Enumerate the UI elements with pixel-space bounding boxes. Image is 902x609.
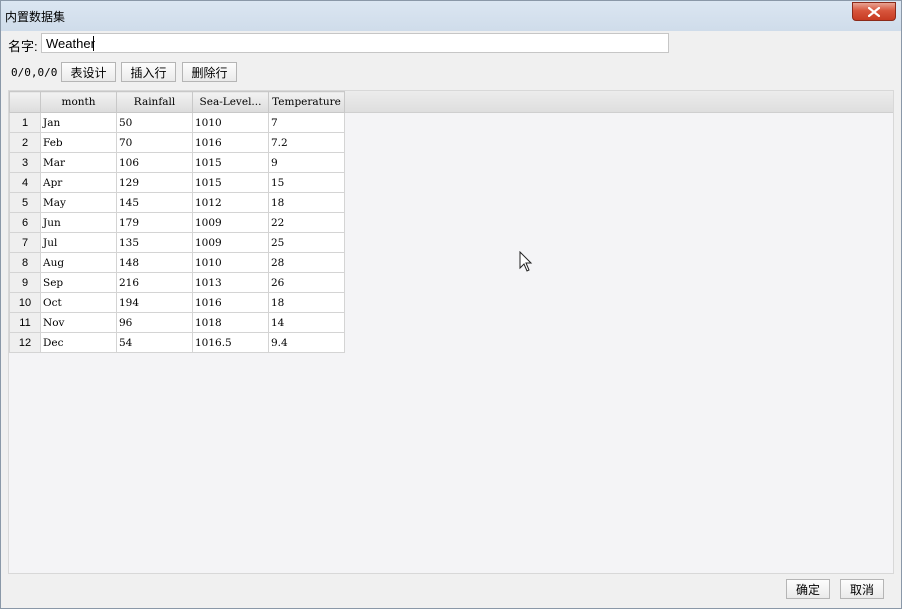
cell-month[interactable]: Dec xyxy=(40,332,117,353)
cell-sealevel[interactable]: 1009 xyxy=(192,232,269,253)
cell-rainfall[interactable]: 106 xyxy=(116,152,193,173)
mouse-pointer-icon xyxy=(519,251,533,272)
cell-month[interactable]: Aug xyxy=(40,252,117,273)
cell-rainfall[interactable]: 148 xyxy=(116,252,193,273)
table-row[interactable]: 8 Aug 148 1010 28 xyxy=(9,252,345,273)
cell-month[interactable]: Oct xyxy=(40,292,117,313)
data-table: month Rainfall Sea-Level... Temperature … xyxy=(9,91,345,353)
cell-month[interactable]: May xyxy=(40,192,117,213)
row-number[interactable]: 3 xyxy=(9,152,41,173)
table-design-button[interactable]: 表设计 xyxy=(61,62,116,82)
cell-rainfall[interactable]: 145 xyxy=(116,192,193,213)
cell-month[interactable]: Jun xyxy=(40,212,117,233)
window-title: 内置数据集 xyxy=(5,10,66,24)
cell-temperature[interactable]: 15 xyxy=(268,172,345,193)
cell-month[interactable]: Mar xyxy=(40,152,117,173)
cell-sealevel[interactable]: 1013 xyxy=(192,272,269,293)
table-row[interactable]: 6 Jun 179 1009 22 xyxy=(9,212,345,233)
dataset-dialog: 内置数据集 名字: 0/0,0/0 表设计 插入行 删除行 month Rain… xyxy=(0,0,902,609)
cell-rainfall[interactable]: 50 xyxy=(116,112,193,133)
cell-temperature[interactable]: 7 xyxy=(268,112,345,133)
column-header-temperature[interactable]: Temperature xyxy=(268,91,345,113)
close-icon xyxy=(868,6,880,17)
cell-rainfall[interactable]: 54 xyxy=(116,332,193,353)
row-number[interactable]: 12 xyxy=(9,332,41,353)
cell-month[interactable]: Nov xyxy=(40,312,117,333)
row-number[interactable]: 11 xyxy=(9,312,41,333)
column-header-sea-level[interactable]: Sea-Level... xyxy=(192,91,269,113)
row-number[interactable]: 1 xyxy=(9,112,41,133)
cell-sealevel[interactable]: 1016 xyxy=(192,292,269,313)
row-number[interactable]: 8 xyxy=(9,252,41,273)
row-number[interactable]: 9 xyxy=(9,272,41,293)
table-row[interactable]: 2 Feb 70 1016 7.2 xyxy=(9,132,345,153)
cell-month[interactable]: Jul xyxy=(40,232,117,253)
table-row[interactable]: 1 Jan 50 1010 7 xyxy=(9,112,345,133)
cell-temperature[interactable]: 14 xyxy=(268,312,345,333)
cell-rainfall[interactable]: 135 xyxy=(116,232,193,253)
cell-rainfall[interactable]: 96 xyxy=(116,312,193,333)
cell-temperature[interactable]: 26 xyxy=(268,272,345,293)
cell-temperature[interactable]: 7.2 xyxy=(268,132,345,153)
name-label: 名字: xyxy=(8,39,38,54)
name-input[interactable] xyxy=(41,33,669,53)
table-row[interactable]: 3 Mar 106 1015 9 xyxy=(9,152,345,173)
position-counter: 0/0,0/0 xyxy=(11,66,58,79)
table-row[interactable]: 9 Sep 216 1013 26 xyxy=(9,272,345,293)
cell-month[interactable]: Apr xyxy=(40,172,117,193)
dialog-content: 名字: 0/0,0/0 表设计 插入行 删除行 month Rainfall S… xyxy=(1,31,901,608)
row-number[interactable]: 6 xyxy=(9,212,41,233)
cell-month[interactable]: Sep xyxy=(40,272,117,293)
row-number[interactable]: 4 xyxy=(9,172,41,193)
column-header-month[interactable]: month xyxy=(40,91,117,113)
cell-rainfall[interactable]: 70 xyxy=(116,132,193,153)
header-row: month Rainfall Sea-Level... Temperature xyxy=(9,91,345,113)
row-number[interactable]: 10 xyxy=(9,292,41,313)
cell-sealevel[interactable]: 1016.5 xyxy=(192,332,269,353)
column-header-rainfall[interactable]: Rainfall xyxy=(116,91,193,113)
cell-temperature[interactable]: 25 xyxy=(268,232,345,253)
cell-rainfall[interactable]: 179 xyxy=(116,212,193,233)
cell-month[interactable]: Jan xyxy=(40,112,117,133)
cell-sealevel[interactable]: 1015 xyxy=(192,172,269,193)
cell-rainfall[interactable]: 194 xyxy=(116,292,193,313)
title-bar[interactable]: 内置数据集 xyxy=(1,1,901,31)
cell-sealevel[interactable]: 1009 xyxy=(192,212,269,233)
cell-sealevel[interactable]: 1016 xyxy=(192,132,269,153)
cell-sealevel[interactable]: 1015 xyxy=(192,152,269,173)
row-number[interactable]: 5 xyxy=(9,192,41,213)
table-row[interactable]: 5 May 145 1012 18 xyxy=(9,192,345,213)
table-row[interactable]: 7 Jul 135 1009 25 xyxy=(9,232,345,253)
cell-rainfall[interactable]: 216 xyxy=(116,272,193,293)
cell-month[interactable]: Feb xyxy=(40,132,117,153)
cell-sealevel[interactable]: 1010 xyxy=(192,112,269,133)
cell-temperature[interactable]: 18 xyxy=(268,192,345,213)
delete-row-button[interactable]: 删除行 xyxy=(182,62,237,82)
table-row[interactable]: 4 Apr 129 1015 15 xyxy=(9,172,345,193)
cell-rainfall[interactable]: 129 xyxy=(116,172,193,193)
row-number[interactable]: 2 xyxy=(9,132,41,153)
ok-button[interactable]: 确定 xyxy=(786,579,830,599)
close-button[interactable] xyxy=(852,2,896,21)
text-caret xyxy=(93,36,94,51)
cell-temperature[interactable]: 28 xyxy=(268,252,345,273)
cancel-button[interactable]: 取消 xyxy=(840,579,884,599)
table-row[interactable]: 12 Dec 54 1016.5 9.4 xyxy=(9,332,345,353)
data-grid[interactable]: month Rainfall Sea-Level... Temperature … xyxy=(8,90,894,574)
cell-temperature[interactable]: 9 xyxy=(268,152,345,173)
row-number[interactable]: 7 xyxy=(9,232,41,253)
cell-temperature[interactable]: 18 xyxy=(268,292,345,313)
table-row[interactable]: 11 Nov 96 1018 14 xyxy=(9,312,345,333)
cell-temperature[interactable]: 22 xyxy=(268,212,345,233)
cell-sealevel[interactable]: 1010 xyxy=(192,252,269,273)
insert-row-button[interactable]: 插入行 xyxy=(121,62,176,82)
table-row[interactable]: 10 Oct 194 1016 18 xyxy=(9,292,345,313)
cell-sealevel[interactable]: 1012 xyxy=(192,192,269,213)
cell-sealevel[interactable]: 1018 xyxy=(192,312,269,333)
corner-header[interactable] xyxy=(9,91,41,113)
cell-temperature[interactable]: 9.4 xyxy=(268,332,345,353)
